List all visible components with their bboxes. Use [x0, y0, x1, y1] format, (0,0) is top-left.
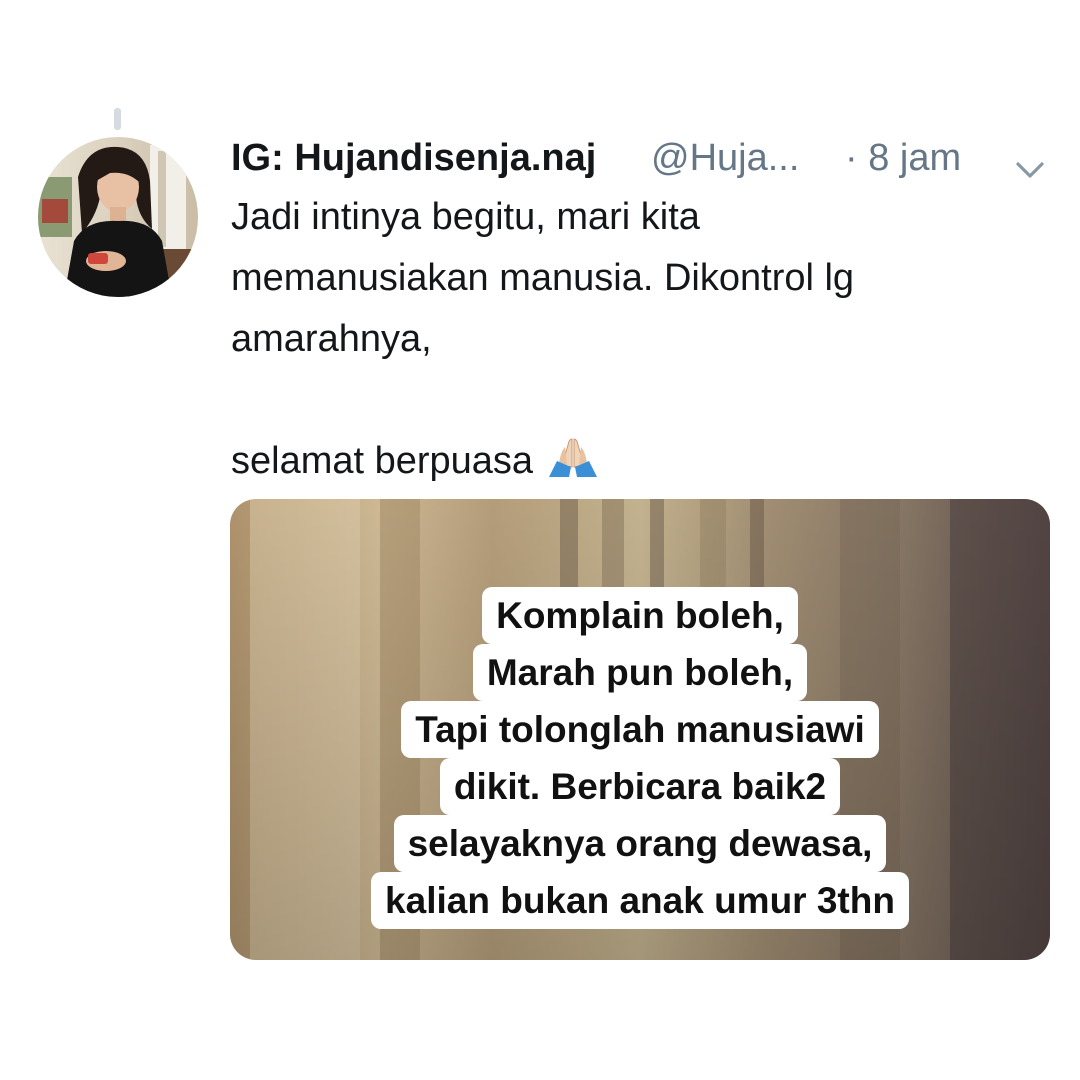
tweet-header: IG: Hujandisenja.naj @Huja... · 8 jam — [231, 130, 1051, 186]
tweet-text-line: amarahnya, — [231, 318, 432, 360]
caption-line: Tapi tolonglah manusiawi — [401, 701, 879, 758]
folded-hands-icon — [545, 437, 601, 498]
tweet-screenshot: IG: Hujandisenja.naj @Huja... · 8 jam Ja… — [0, 0, 1080, 1080]
tweet-text-line: Jadi intinya begitu, mari kita — [231, 196, 700, 238]
timestamp[interactable]: · 8 jam — [845, 130, 961, 186]
image-caption: Komplain boleh, Marah pun boleh, Tapi to… — [230, 587, 1050, 929]
tweet-text-line: selamat berpuasa — [231, 431, 1021, 498]
caption-line: Komplain boleh, — [482, 587, 798, 644]
caption-line: selayaknya orang dewasa, — [393, 815, 887, 872]
avatar-photo — [38, 137, 198, 297]
display-name[interactable]: IG: Hujandisenja.naj — [231, 130, 596, 186]
user-handle[interactable]: @Huja... — [651, 130, 799, 186]
tweet-text-line: memanusiakan manusia. Dikontrol lg — [231, 257, 855, 299]
media-attachment[interactable]: Komplain boleh, Marah pun boleh, Tapi to… — [230, 499, 1050, 960]
caption-line: dikit. Berbicara baik2 — [439, 758, 841, 815]
closing-text: selamat berpuasa — [231, 440, 534, 482]
caption-line: Marah pun boleh, — [472, 644, 808, 701]
thread-connector-line — [114, 108, 121, 130]
chevron-down-icon[interactable] — [1014, 144, 1046, 178]
avatar[interactable] — [38, 137, 198, 297]
tweet-text: Jadi intinya begitu, mari kita memanusia… — [231, 187, 1021, 498]
caption-line: kalian bukan anak umur 3thn — [371, 872, 909, 929]
